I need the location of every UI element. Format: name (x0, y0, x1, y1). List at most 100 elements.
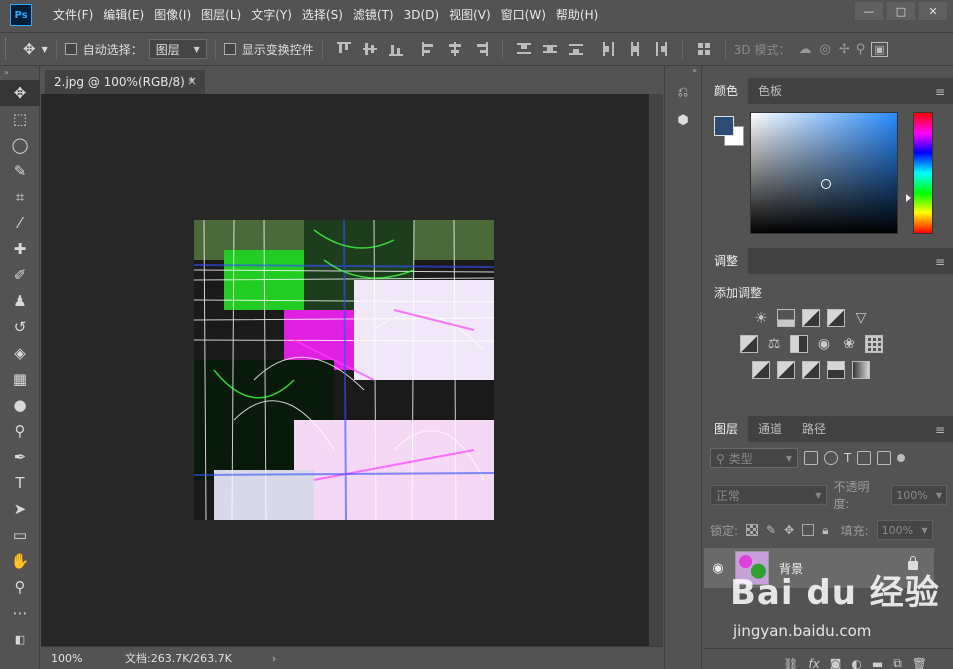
auto-select-checkbox[interactable] (64, 43, 77, 55)
panel-menu-icon[interactable]: ≡ (935, 85, 945, 99)
video-icon[interactable]: ▣ (871, 41, 888, 57)
drag-3d-icon[interactable]: ✢ (839, 42, 850, 57)
menu-filter[interactable]: 滤镜(T) (348, 0, 399, 30)
posterize-icon[interactable] (777, 361, 795, 379)
tab-layers[interactable]: 图层 (704, 416, 749, 442)
tab-swatches[interactable]: 色板 (748, 78, 792, 104)
add-mask-icon[interactable]: ◙ (830, 657, 842, 669)
lasso-tool-icon[interactable]: ◯ (0, 132, 40, 158)
color-lookup-icon[interactable] (865, 335, 883, 353)
dodge-tool-icon[interactable]: ⚲ (0, 418, 40, 444)
menu-type[interactable]: 文字(Y) (246, 0, 297, 30)
invert-icon[interactable] (752, 361, 770, 379)
distribute-right-icon[interactable] (653, 41, 669, 57)
auto-select-dropdown[interactable]: 图层 ▼ (148, 39, 207, 59)
exposure-icon[interactable] (827, 309, 845, 327)
foreground-color-swatch[interactable] (714, 116, 734, 136)
dock-collapse-icon[interactable]: « (665, 66, 701, 78)
canvas-area[interactable] (41, 94, 663, 646)
close-tab-icon[interactable]: × (187, 74, 197, 88)
color-swatch-icon[interactable]: ◧ (0, 626, 40, 652)
menu-window[interactable]: 窗口(W) (496, 0, 551, 30)
blur-tool-icon[interactable]: ● (0, 392, 40, 418)
layer-style-icon[interactable]: fx (808, 657, 819, 669)
hue-slider[interactable] (913, 112, 933, 234)
menu-3d[interactable]: 3D(D) (399, 0, 444, 30)
layer-filter-dropdown[interactable]: ⚲ 类型 ▼ (710, 448, 798, 468)
move-tool-icon[interactable]: ✥ (0, 80, 40, 106)
color-balance-icon[interactable]: ⚖ (765, 335, 783, 353)
color-picker-marker[interactable] (821, 179, 831, 189)
menu-view[interactable]: 视图(V) (444, 0, 496, 30)
distribute-vcenter-icon[interactable] (542, 41, 558, 57)
close-window-button[interactable]: ✕ (919, 2, 947, 20)
panels-collapse-bar[interactable] (704, 66, 953, 78)
type-tool-icon[interactable]: T (0, 470, 40, 496)
history-panel-icon[interactable]: ⎌ (665, 78, 701, 106)
more-tools-icon[interactable]: ⋯ (0, 600, 40, 626)
opacity-field[interactable]: 100% ▼ (891, 485, 947, 505)
zoom-3d-icon[interactable]: ⚲ (856, 42, 866, 57)
document-image[interactable] (194, 220, 494, 520)
tab-channels[interactable]: 通道 (748, 416, 792, 442)
lock-pixels-icon[interactable]: ✎ (766, 523, 776, 537)
blend-mode-dropdown[interactable]: 正常 ▼ (710, 485, 828, 505)
hue-slider-marker-icon[interactable] (906, 194, 911, 202)
align-vcenter-icon[interactable] (362, 41, 378, 57)
photo-filter-icon[interactable]: ◉ (815, 335, 833, 353)
history-brush-tool-icon[interactable]: ↺ (0, 314, 40, 340)
align-hcenter-icon[interactable] (447, 41, 463, 57)
filter-toggle-icon[interactable] (897, 454, 906, 462)
menu-layer[interactable]: 图层(L) (196, 0, 246, 30)
filter-adjustment-icon[interactable] (824, 451, 838, 465)
rotate-3d-icon[interactable]: ☁ (798, 42, 811, 57)
distribute-left-icon[interactable] (601, 41, 617, 57)
fill-field[interactable]: 100% ▼ (876, 520, 933, 540)
document-tab[interactable]: 2.jpg @ 100%(RGB/8) * × (45, 70, 205, 94)
link-layers-icon[interactable]: ⛓ (783, 657, 798, 669)
marquee-tool-icon[interactable]: ⬚ (0, 106, 40, 132)
status-menu-arrow-icon[interactable]: › (272, 652, 276, 665)
tab-adjustments[interactable]: 调整 (704, 248, 749, 274)
gradient-tool-icon[interactable]: ▦ (0, 366, 40, 392)
eraser-tool-icon[interactable]: ◈ (0, 340, 40, 366)
auto-align-icon[interactable] (696, 41, 712, 57)
lock-artboard-icon[interactable] (802, 524, 815, 536)
new-group-icon[interactable]: ▬ (872, 657, 883, 669)
menu-edit[interactable]: 编辑(E) (98, 0, 149, 30)
align-left-icon[interactable] (421, 41, 437, 57)
minimize-button[interactable]: — (855, 2, 883, 20)
curves-icon[interactable] (802, 309, 820, 327)
tab-color[interactable]: 颜色 (704, 78, 749, 104)
quick-select-tool-icon[interactable]: ✎ (0, 158, 40, 184)
options-grip[interactable] (5, 38, 9, 60)
align-right-icon[interactable] (473, 41, 489, 57)
lock-position-icon[interactable]: ✥ (784, 523, 794, 537)
rectangle-tool-icon[interactable]: ▭ (0, 522, 40, 548)
toolbar-collapse-icon[interactable]: » (0, 66, 39, 80)
brush-tool-icon[interactable]: ✐ (0, 262, 40, 288)
filter-type-icon[interactable]: T (844, 451, 851, 465)
color-field[interactable] (750, 112, 898, 234)
crop-tool-icon[interactable]: ⌗ (0, 184, 40, 210)
properties-panel-icon[interactable]: ⬢ (665, 106, 701, 134)
align-bottom-icon[interactable] (388, 41, 404, 57)
menu-image[interactable]: 图像(I) (149, 0, 196, 30)
threshold-icon[interactable] (802, 361, 820, 379)
menu-select[interactable]: 选择(S) (297, 0, 348, 30)
menu-file[interactable]: 文件(F) (48, 0, 98, 30)
menu-help[interactable]: 帮助(H) (551, 0, 603, 30)
delete-layer-icon[interactable]: 🗑︎ (912, 657, 927, 669)
channel-mixer-icon[interactable]: ❀ (840, 335, 858, 353)
filter-shape-icon[interactable] (857, 451, 872, 465)
filter-smart-object-icon[interactable] (877, 451, 892, 465)
zoom-tool-icon[interactable]: ⚲ (0, 574, 40, 600)
filter-pixel-icon[interactable] (804, 451, 818, 465)
panel-menu-icon[interactable]: ≡ (935, 255, 945, 269)
align-top-icon[interactable] (336, 41, 352, 57)
panel-menu-icon[interactable]: ≡ (935, 423, 945, 437)
levels-icon[interactable] (777, 309, 795, 327)
distribute-bottom-icon[interactable] (568, 41, 584, 57)
lock-transparent-icon[interactable] (746, 524, 759, 536)
show-transform-checkbox[interactable] (223, 43, 236, 55)
